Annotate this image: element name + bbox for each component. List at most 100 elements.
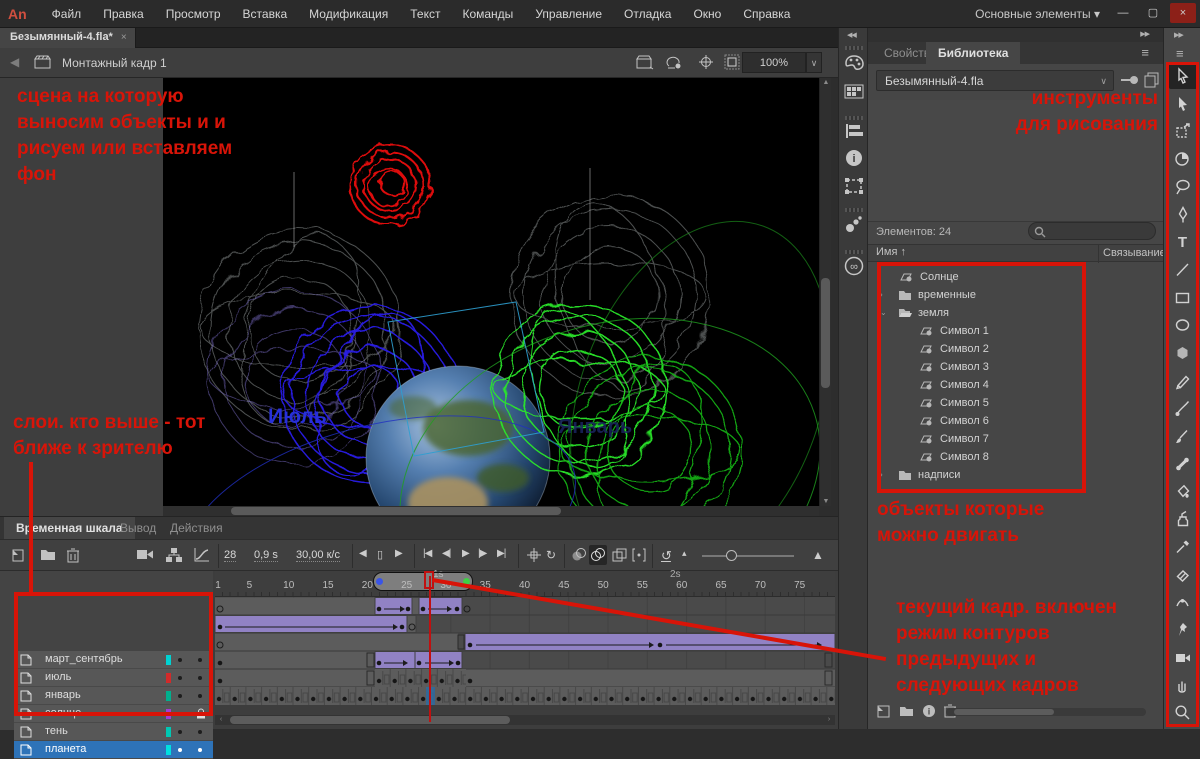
new-folder-icon[interactable]: [40, 547, 56, 561]
zoom-dropdown-icon[interactable]: ∨: [806, 52, 822, 73]
camera-icon[interactable]: [136, 547, 154, 561]
new-folder-icon[interactable]: [899, 704, 914, 717]
collapse-panel-icon[interactable]: ▶▶: [1140, 30, 1150, 38]
edit-scene-icon[interactable]: [636, 54, 654, 70]
playhead-line[interactable]: [429, 576, 431, 722]
library-column-headers[interactable]: Имя ↑ Связывание: [868, 244, 1166, 263]
stage-vertical-scrollbar[interactable]: ▲ ▼: [819, 78, 831, 506]
align-panel-icon[interactable]: [843, 122, 865, 140]
color-panel-icon[interactable]: [843, 54, 865, 74]
menu-help[interactable]: Справка: [732, 0, 801, 28]
center-stage-icon[interactable]: [698, 54, 714, 70]
layer-parenting-icon[interactable]: [165, 547, 183, 563]
layer-visibility-dot[interactable]: [178, 748, 182, 752]
info-panel-icon[interactable]: i: [843, 148, 865, 168]
scroll-right-icon[interactable]: ›: [823, 716, 835, 723]
menu-debug[interactable]: Отладка: [613, 0, 682, 28]
menu-file[interactable]: Файл: [41, 0, 93, 28]
clip-content-icon[interactable]: [724, 54, 740, 70]
timeline-horizontal-scrollbar[interactable]: ‹ ›: [215, 715, 835, 725]
layer-color-swatch[interactable]: [166, 745, 171, 755]
menu-modify[interactable]: Модификация: [298, 0, 399, 28]
tab-close-icon[interactable]: ×: [121, 32, 127, 43]
graph-editor-icon[interactable]: [193, 547, 211, 563]
new-layer-icon[interactable]: [10, 547, 26, 563]
prev-frame-icon[interactable]: ◀|: [442, 548, 451, 559]
back-icon[interactable]: ◀: [10, 55, 19, 69]
timeline-zoom-slider[interactable]: [702, 555, 794, 557]
edit-symbols-icon[interactable]: [666, 54, 684, 70]
onion-start-handle[interactable]: [376, 578, 383, 585]
timeline-zoom-knob[interactable]: [726, 550, 737, 561]
library-scroll-thumb[interactable]: [954, 709, 1054, 715]
close-button[interactable]: ×: [1170, 3, 1196, 23]
zoom-out-timeline-icon[interactable]: ▴: [682, 548, 686, 559]
menu-control[interactable]: Управление: [524, 0, 613, 28]
new-symbol-icon[interactable]: [876, 704, 891, 719]
center-frame-icon[interactable]: [526, 547, 542, 563]
timeline-scroll-thumb[interactable]: [230, 716, 510, 724]
minimize-button[interactable]: —: [1110, 3, 1136, 23]
library-scrollbar[interactable]: [946, 708, 1146, 716]
collapse-dock-icon[interactable]: ◀◀: [847, 31, 857, 39]
edit-multiple-frames-icon[interactable]: [611, 547, 627, 563]
maximize-button[interactable]: ▢: [1140, 3, 1166, 23]
step-forward-onion-icon[interactable]: ▶: [395, 548, 403, 559]
scroll-up-icon[interactable]: ▲: [820, 79, 832, 86]
workspace-switcher[interactable]: Основные элементы ▾: [975, 7, 1100, 21]
timeline-layer-6[interactable]: планета: [14, 741, 213, 759]
menu-text[interactable]: Текст: [399, 0, 451, 28]
elapsed-time-value[interactable]: 0,9 s: [254, 549, 278, 562]
scene-name[interactable]: Монтажный кадр 1: [62, 56, 167, 70]
swatches-panel-icon[interactable]: [843, 82, 865, 100]
scroll-down-icon[interactable]: ▼: [820, 498, 832, 505]
zoom-level[interactable]: 100%: [742, 52, 806, 73]
tools-menu-icon[interactable]: ≡: [1176, 46, 1184, 61]
onion-skin-icon[interactable]: [571, 547, 587, 563]
layer-lock-dot[interactable]: [198, 748, 202, 752]
tab-actions[interactable]: Действия: [158, 517, 235, 539]
horizontal-scroll-thumb[interactable]: [231, 507, 561, 515]
dock-grip[interactable]: [845, 46, 863, 50]
column-linkage[interactable]: Связывание: [1098, 245, 1166, 263]
panel-menu-icon[interactable]: ≡: [1141, 45, 1149, 60]
menu-view[interactable]: Просмотр: [155, 0, 232, 28]
marker-range-icon[interactable]: [631, 547, 647, 563]
dock-grip[interactable]: [845, 250, 863, 254]
onion-skin-outlines-active[interactable]: [589, 545, 607, 565]
menu-window[interactable]: Окно: [682, 0, 732, 28]
frame-rate-value[interactable]: 30,00 к/с: [296, 549, 340, 562]
menu-edit[interactable]: Правка: [92, 0, 155, 28]
dock-grip[interactable]: [845, 116, 863, 120]
tab-library[interactable]: Библиотека: [926, 42, 1021, 64]
column-name[interactable]: Имя ↑: [876, 246, 906, 258]
zoom-in-timeline-icon[interactable]: ▲: [812, 548, 824, 562]
document-tab[interactable]: Безымянный-4.fla* ×: [0, 28, 136, 48]
play-icon[interactable]: ▶: [462, 548, 470, 559]
go-last-frame-icon[interactable]: ▶|: [497, 548, 506, 559]
menu-insert[interactable]: Вставка: [232, 0, 299, 28]
scroll-left-icon[interactable]: ‹: [215, 716, 227, 723]
delete-layer-icon[interactable]: [66, 547, 80, 563]
stage-horizontal-scrollbar[interactable]: [163, 506, 819, 516]
layer-visibility-dot[interactable]: [178, 730, 182, 734]
transform-panel-icon[interactable]: [843, 176, 865, 196]
library-search-input[interactable]: [1028, 222, 1156, 240]
next-frame-icon[interactable]: |▶: [478, 548, 487, 559]
timeline-frames-area[interactable]: [215, 597, 835, 705]
stage-canvas[interactable]: Июль Январь: [163, 78, 819, 506]
dock-grip[interactable]: [845, 208, 863, 212]
layer-lock-dot[interactable]: [198, 730, 202, 734]
vertical-scroll-thumb[interactable]: [821, 278, 830, 388]
menu-commands[interactable]: Команды: [451, 0, 524, 28]
item-properties-icon[interactable]: i: [922, 704, 936, 718]
pin-library-icon[interactable]: [1120, 74, 1140, 86]
brush-library-panel-icon[interactable]: [843, 214, 865, 234]
current-frame-icon[interactable]: ▯: [377, 548, 383, 561]
current-frame-value[interactable]: 28: [224, 549, 237, 562]
go-first-frame-icon[interactable]: |◀: [423, 548, 432, 559]
reset-timeline-zoom-icon[interactable]: ↺: [661, 548, 672, 564]
loop-icon[interactable]: ↻: [546, 548, 556, 562]
collapse-tools-icon[interactable]: ▶▶: [1174, 31, 1184, 39]
step-back-onion-icon[interactable]: ◀: [359, 548, 367, 559]
